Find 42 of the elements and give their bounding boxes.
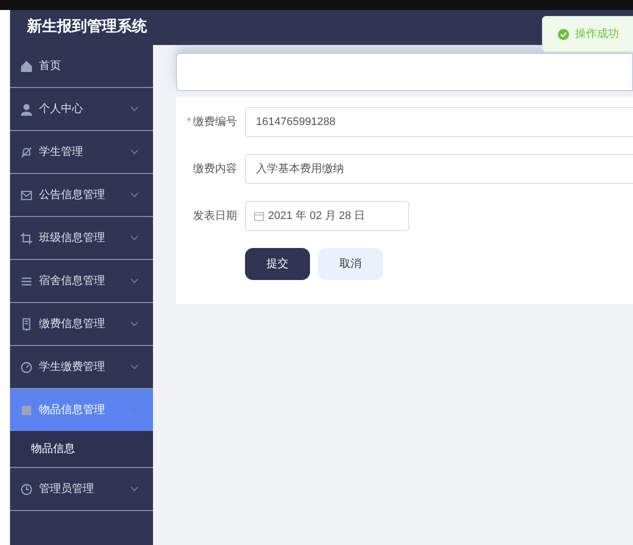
field-label: 缴费内容 xyxy=(193,162,237,177)
check-circle-icon xyxy=(558,28,569,40)
app-title: 新生报到管理系统 xyxy=(27,17,147,38)
input-field[interactable]: 入学基本费用缴纳 xyxy=(245,154,633,184)
submit-button[interactable]: 提交 xyxy=(245,248,310,280)
user-icon xyxy=(20,102,33,116)
chevron-down-icon xyxy=(130,364,139,370)
date-field[interactable]: 2021 年 02 月 28 日 xyxy=(245,201,409,231)
chevron-down-icon xyxy=(130,486,139,492)
chevron-down-icon xyxy=(130,235,139,241)
chevron-down-icon xyxy=(130,149,139,155)
sidebar-item[interactable]: 管理员管理 xyxy=(10,468,153,510)
phone-icon xyxy=(20,318,33,330)
chevron-down-icon xyxy=(130,278,139,284)
sidebar-item[interactable]: 个人中心 xyxy=(10,88,153,130)
gauge-icon xyxy=(20,360,33,374)
chevron-down-icon xyxy=(130,407,139,413)
box-icon xyxy=(20,404,33,416)
bell-icon xyxy=(20,146,33,158)
sidebar-item[interactable]: 宿舍信息管理 xyxy=(10,260,153,302)
crop-icon xyxy=(20,232,33,244)
required-asterisk: * xyxy=(186,114,191,130)
input-field[interactable]: 1614765991288 xyxy=(245,107,633,137)
field-label: 缴费编号 xyxy=(193,114,237,130)
sidebar-item[interactable]: 学生管理 xyxy=(10,131,153,173)
sidebar-item[interactable]: 公告信息管理 xyxy=(10,174,153,216)
sidebar-item[interactable]: 首页 xyxy=(10,45,153,87)
list-icon xyxy=(20,274,33,288)
chevron-down-icon xyxy=(130,192,139,198)
chevron-down-icon xyxy=(130,321,139,327)
home-icon xyxy=(20,60,33,72)
chevron-down-icon xyxy=(130,106,139,112)
calendar-icon xyxy=(254,211,264,221)
mail-icon xyxy=(20,188,33,202)
sidebar-item[interactable]: 缴费信息管理 xyxy=(10,303,153,345)
cancel-button[interactable]: 取消 xyxy=(318,248,383,280)
sidebar-item[interactable]: 班级信息管理 xyxy=(10,217,153,259)
clock-icon xyxy=(20,482,33,496)
sidebar-item[interactable]: 学生缴费管理 xyxy=(10,346,153,388)
field-label: 发表日期 xyxy=(193,208,237,224)
sidebar-item[interactable]: 物品信息管理 xyxy=(10,389,153,431)
success-toast: 操作成功 xyxy=(542,16,633,52)
